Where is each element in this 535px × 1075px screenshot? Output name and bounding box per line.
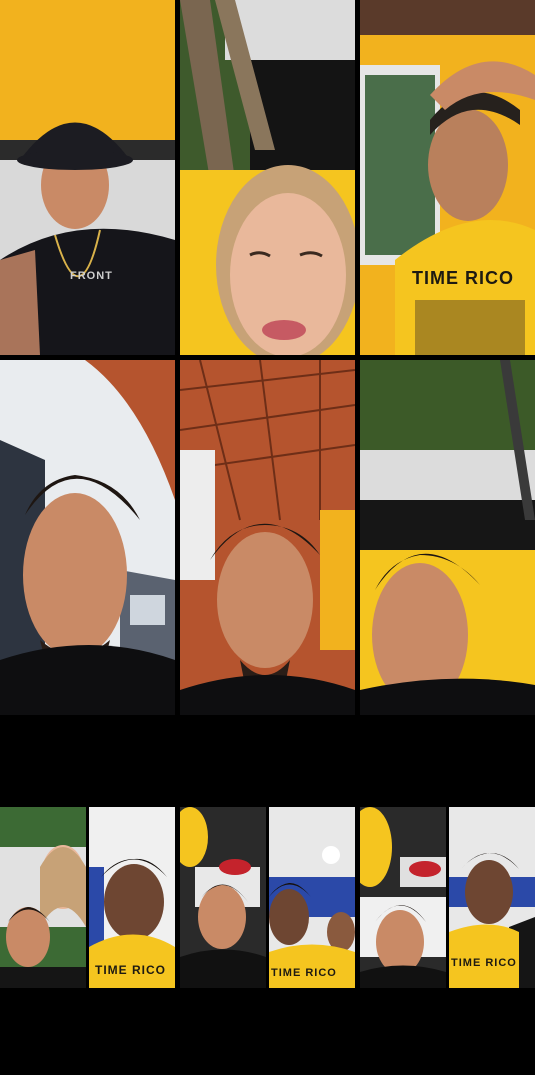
participant-tile-5[interactable] xyxy=(180,360,355,715)
participant-video-5 xyxy=(180,360,355,715)
mini-video-left xyxy=(360,807,446,988)
shirt-print-text: TIME RICO xyxy=(95,963,166,977)
mini-participant-left[interactable] xyxy=(180,807,266,988)
participant-video-4 xyxy=(0,360,175,715)
participant-video-1 xyxy=(0,0,175,355)
shirt-print-text: FRONT xyxy=(70,270,113,282)
participant-tile-3[interactable]: TIME RICO xyxy=(360,0,535,355)
shirt-print-text: TIME RICO xyxy=(271,967,337,979)
mini-participant-right[interactable]: TIME RICO xyxy=(89,807,175,988)
mini-video-left xyxy=(180,807,266,988)
shirt-print-text: TIME RICO xyxy=(451,957,517,969)
shirt-print-text: TIME RICO xyxy=(412,268,514,288)
mini-video-right xyxy=(269,807,355,988)
mini-participant-right[interactable]: TIME RICO xyxy=(449,807,535,988)
participant-tile-2[interactable] xyxy=(180,0,355,355)
mini-call-group-3[interactable]: TIME RICO xyxy=(360,807,535,988)
participant-video-2 xyxy=(180,0,355,355)
mini-participant-right[interactable]: TIME RICO xyxy=(269,807,355,988)
participant-tile-1[interactable]: FRONT xyxy=(0,0,175,355)
mini-video-right xyxy=(89,807,175,988)
mini-participant-left[interactable] xyxy=(360,807,446,988)
mini-participant-left[interactable] xyxy=(0,807,86,988)
mini-video-left xyxy=(0,807,86,988)
mini-call-row: TIME RICO TIME RICO TIME RICO xyxy=(0,807,535,988)
video-call-grid: FRONT TIME RICO TIME RICO TIME RICO TIME… xyxy=(0,0,535,1075)
participant-video-3 xyxy=(360,0,535,355)
participant-video-6 xyxy=(360,360,535,715)
mini-call-group-1[interactable]: TIME RICO xyxy=(0,807,175,988)
mini-call-group-2[interactable]: TIME RICO xyxy=(180,807,355,988)
participant-tile-4[interactable] xyxy=(0,360,175,715)
participant-tile-6[interactable] xyxy=(360,360,535,715)
